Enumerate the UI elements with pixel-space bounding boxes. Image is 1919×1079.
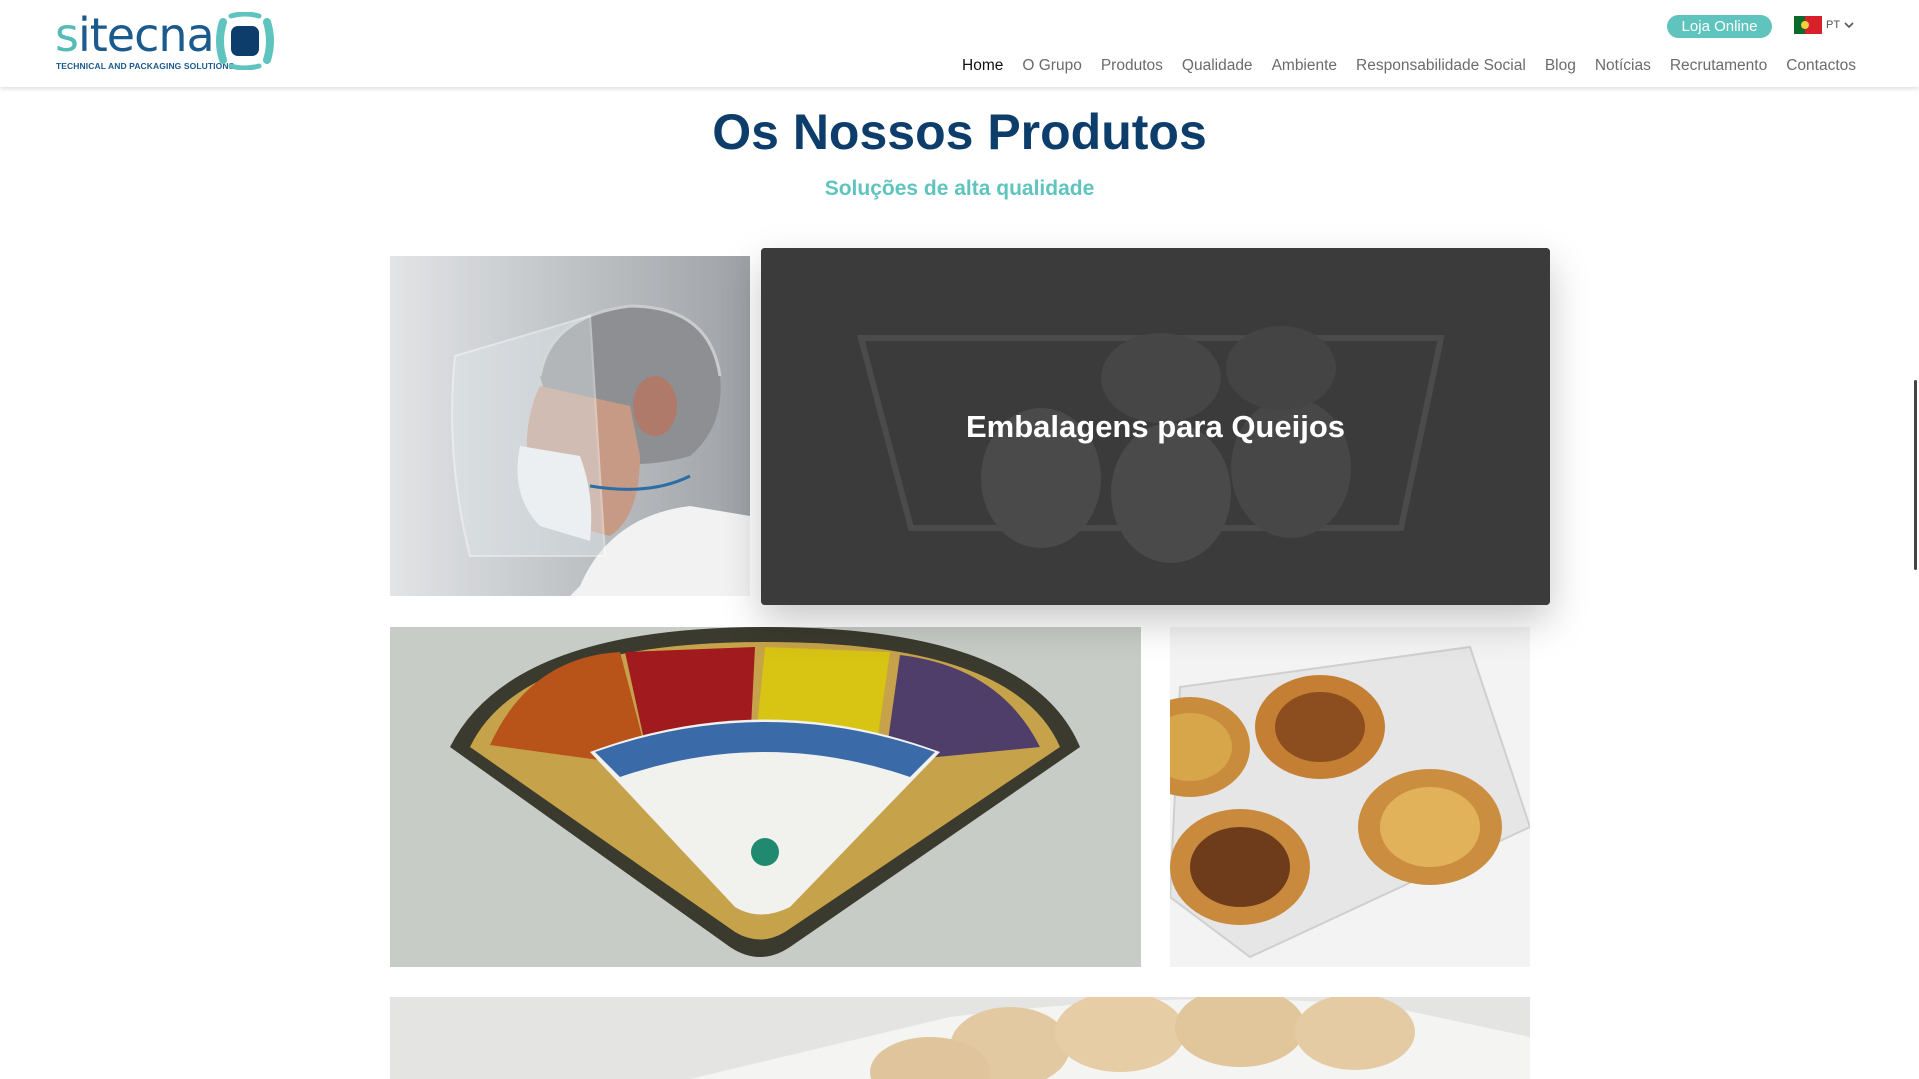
nav-responsabilidade-social[interactable]: Responsabilidade Social	[1356, 57, 1526, 75]
sectioned-tray-photo	[390, 627, 1141, 967]
product-tile-sectioned-tray[interactable]	[390, 627, 1141, 967]
language-selector[interactable]: PT	[1794, 15, 1855, 35]
portugal-flag-icon	[1794, 16, 1822, 34]
nav-ambiente[interactable]: Ambiente	[1272, 57, 1337, 75]
logo-mark-icon	[216, 12, 274, 70]
product-tile-pastry-clamshell[interactable]	[1170, 627, 1530, 967]
product-tile-cheese-packaging[interactable]: Embalagens para Queijos	[761, 248, 1550, 605]
pastel-de-nata-clamshell-photo	[1170, 627, 1530, 967]
language-code: PT	[1826, 19, 1841, 31]
nav-blog[interactable]: Blog	[1545, 57, 1576, 75]
bread-tray-photo	[390, 997, 1530, 1079]
section-title: Os Nossos Produtos	[712, 104, 1207, 160]
nav-contactos[interactable]: Contactos	[1786, 57, 1856, 75]
logo-tagline: TECHNICAL AND PACKAGING SOLUTIONS	[56, 61, 235, 71]
product-tile-bread-tray[interactable]	[390, 997, 1530, 1079]
product-tile-face-shield[interactable]	[390, 256, 750, 596]
chevron-down-icon	[1844, 22, 1854, 29]
nav-noticias[interactable]: Notícias	[1595, 57, 1651, 75]
nav-o-grupo[interactable]: O Grupo	[1022, 57, 1081, 75]
main-nav: Home O Grupo Produtos Qualidade Ambiente…	[943, 57, 1856, 75]
logo-wordmark: sitecna	[55, 8, 215, 62]
nav-home[interactable]: Home	[962, 57, 1003, 75]
nav-qualidade[interactable]: Qualidade	[1182, 57, 1253, 75]
sitecna-logo[interactable]: sitecna TECHNICAL AND PACKAGING SOLUTION…	[55, 10, 285, 72]
online-shop-button[interactable]: Loja Online	[1667, 15, 1772, 38]
product-tile-label: Embalagens para Queijos	[965, 408, 1346, 444]
face-shield-photo	[390, 256, 750, 596]
nav-recrutamento[interactable]: Recrutamento	[1670, 57, 1767, 75]
section-subtitle: Soluções de alta qualidade	[824, 177, 1095, 200]
site-header: sitecna TECHNICAL AND PACKAGING SOLUTION…	[0, 0, 1919, 87]
nav-produtos[interactable]: Produtos	[1101, 57, 1163, 75]
page-scrollbar[interactable]	[1914, 380, 1917, 570]
